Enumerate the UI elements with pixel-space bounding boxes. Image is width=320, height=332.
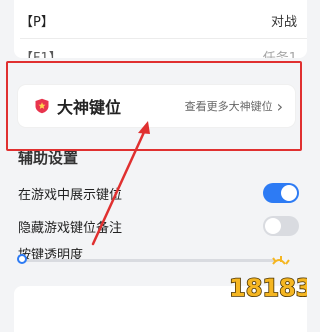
setting-show-keys: 在游戏中展示键位 — [18, 180, 299, 206]
setting-hide-notes: 隐藏游戏键位备注 — [18, 213, 299, 239]
key-row-key: 【F1】 — [20, 50, 62, 59]
hide-notes-toggle[interactable] — [263, 216, 299, 236]
show-keys-toggle[interactable] — [263, 183, 299, 203]
setting-label: 隐藏游戏键位备注 — [18, 220, 123, 236]
opacity-slider-thumb[interactable] — [17, 254, 27, 264]
divider — [20, 38, 307, 39]
key-row-action: 对战 — [270, 14, 297, 30]
key-row-key: 【P】 — [20, 14, 54, 30]
key-row-f1[interactable]: 【F1】 任务1 — [14, 42, 307, 59]
annotation-highlight-box — [6, 61, 302, 151]
toggle-knob — [265, 218, 281, 234]
watermark-text: 18183 — [229, 274, 307, 302]
setting-label: 在游戏中展示键位 — [18, 187, 123, 203]
toggle-knob — [281, 185, 297, 201]
key-list-card: 【P】 对战 【F1】 任务1 — [14, 0, 307, 58]
watermark-logo: 18183 — [228, 256, 307, 303]
key-row-p[interactable]: 【P】 对战 — [14, 6, 307, 34]
key-row-action: 任务1 — [262, 50, 297, 59]
